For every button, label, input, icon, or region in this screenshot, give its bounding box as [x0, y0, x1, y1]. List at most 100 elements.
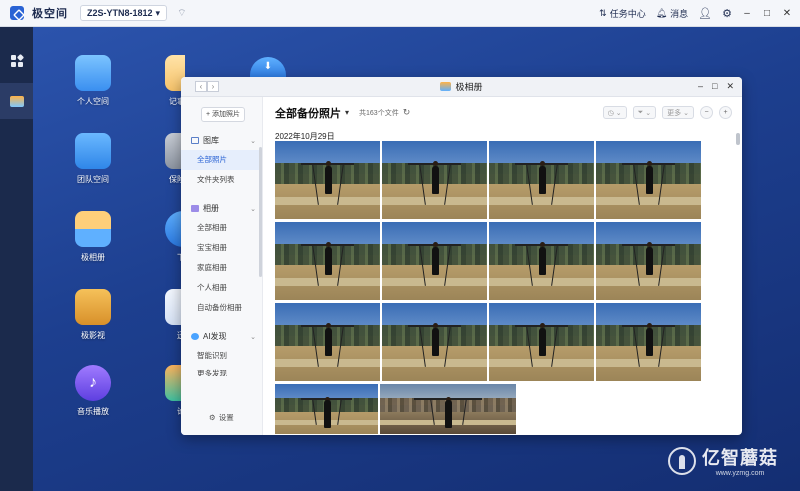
app-logo-icon — [10, 6, 24, 20]
photo-album-icon — [440, 82, 452, 91]
add-photo-button[interactable]: + 添加照片 — [201, 107, 245, 122]
photo-thumbnail[interactable] — [489, 141, 594, 219]
sort-arrows-icon: ⇅ — [599, 8, 607, 18]
desktop-icon-notes[interactable]: 记事 — [151, 55, 185, 107]
desktop-icon-team-space[interactable]: 团队空间 — [63, 133, 123, 185]
gear-icon[interactable]: ⚙ — [722, 7, 732, 20]
settings-button[interactable]: ⚙ 设置 — [209, 412, 234, 423]
sidebar-item-album[interactable]: 宝宝相册 — [181, 238, 262, 258]
main-scrollbar[interactable] — [736, 133, 740, 145]
desktop-icon-label: 极相册 — [81, 253, 105, 262]
photo-thumbnail[interactable] — [489, 303, 594, 381]
chevron-down-icon: ⌄ — [645, 109, 652, 117]
sidebar-section-gallery[interactable]: 图库 ⌄ — [181, 135, 262, 146]
messages-label: 消息 — [670, 9, 689, 19]
messages-button[interactable]: 🔔︎ 消息 — [656, 7, 688, 20]
desktop-icon-safe[interactable]: 保险 — [151, 133, 185, 185]
photo-thumbnail[interactable] — [596, 303, 701, 381]
zoom-in-icon: + — [723, 109, 728, 116]
desktop-icon-download[interactable]: 下 — [151, 211, 185, 263]
photo-thumbnail[interactable] — [596, 141, 701, 219]
photo-thumbnail[interactable] — [382, 303, 487, 381]
photo-thumbnail[interactable] — [382, 222, 487, 300]
desktop-icon-forum[interactable]: 论 — [151, 365, 185, 417]
chevron-down-icon: ▾ — [155, 7, 161, 18]
maximize-button[interactable]: □ — [762, 8, 772, 19]
window-close-button[interactable]: ✕ — [726, 81, 734, 92]
chevron-down-icon: ⌄ — [250, 205, 256, 213]
bell-icon: 🔔︎ — [655, 8, 668, 18]
desktop-icon-label: 保险 — [169, 175, 185, 184]
desktop-icon-label: 论 — [151, 406, 185, 417]
sidebar-item-all-photos[interactable]: 全部照片 — [181, 150, 262, 170]
sidebar-section-ai[interactable]: AI发现 ⌄ — [181, 331, 262, 342]
photo-thumbnail[interactable] — [275, 222, 380, 300]
dock-apps-button[interactable] — [0, 43, 33, 79]
more-label: 更多 — [667, 109, 682, 117]
file-count: 共163个文件 — [359, 109, 399, 117]
sidebar-item-album[interactable]: 自动备份相册 — [181, 298, 262, 318]
photo-album-window: ‹ › 极相册 – □ ✕ + 添加照片 图库 ⌄ 全部照片 文件夹列表 相册 … — [181, 77, 742, 435]
grid-icon — [10, 53, 24, 67]
film-icon — [75, 289, 111, 325]
zoom-out-button[interactable]: − — [700, 106, 713, 119]
device-name: Z2S-YTN8-1812 — [87, 8, 153, 18]
chevron-down-icon: ⌄ — [683, 109, 689, 117]
photo-thumbnail[interactable] — [275, 141, 380, 219]
photo-thumbnail[interactable] — [275, 303, 380, 381]
sidebar-section-albums[interactable]: 相册 ⌄ — [181, 203, 262, 214]
user-icon[interactable]: 👤︎ — [698, 7, 712, 20]
mushroom-logo-icon — [668, 446, 696, 475]
sidebar-item-folder-list[interactable]: 文件夹列表 — [181, 170, 262, 190]
window-title: 极相册 — [455, 82, 483, 92]
photo-thumbnail[interactable] — [596, 222, 701, 300]
more-button[interactable]: 更多 ⌄ — [662, 106, 694, 119]
chevron-down-icon: ⌄ — [250, 333, 256, 341]
settings-label: 设置 — [218, 413, 234, 422]
sidebar-item-album[interactable]: 家庭相册 — [181, 258, 262, 278]
task-center-button[interactable]: ⇅ 任务中心 — [599, 7, 646, 20]
photo-album-icon — [75, 211, 111, 247]
sidebar-scrollbar[interactable] — [259, 147, 262, 277]
photo-thumbnail[interactable] — [380, 384, 516, 434]
desktop-icon-personal-space[interactable]: 个人空间 — [63, 55, 123, 107]
close-button[interactable]: ✕ — [782, 8, 792, 19]
desktop-icon-label: 迅 — [151, 330, 185, 341]
desktop-icon-label: 下 — [151, 252, 185, 263]
desktop-icon-photos[interactable]: 极相册 — [63, 211, 123, 263]
page-title[interactable]: 全部备份照片 — [275, 105, 341, 121]
minimize-button[interactable]: – — [742, 8, 752, 19]
desktop-icon-label: 团队空间 — [77, 175, 109, 184]
sidebar: + 添加照片 图库 ⌄ 全部照片 文件夹列表 相册 ⌄ 全部相册 宝宝相册 家庭… — [181, 97, 263, 435]
sidebar-item-album[interactable]: 全部相册 — [181, 218, 262, 238]
filter-button[interactable]: ⏷ ⌄ — [632, 106, 657, 119]
cloud-download-icon[interactable]: ⬇ — [250, 57, 286, 79]
photo-thumbnail[interactable] — [489, 222, 594, 300]
gear-icon: ⚙ — [209, 413, 216, 422]
sidebar-item-smart-recognition[interactable]: 智能识别 — [181, 346, 262, 366]
sidebar-section-label: 相册 — [203, 204, 219, 213]
clock-icon: ◷ — [607, 109, 614, 117]
zoom-in-button[interactable]: + — [719, 106, 732, 119]
dock-photos-button[interactable] — [0, 83, 33, 119]
sidebar-item-album[interactable]: 个人相册 — [181, 278, 262, 298]
left-dock — [0, 27, 33, 491]
image-icon — [191, 137, 199, 144]
caret-down-icon[interactable]: ▾ — [345, 108, 349, 117]
time-filter-button[interactable]: ◷ ⌄ — [602, 106, 627, 119]
desktop-icon-music[interactable]: ♪ 音乐播放 — [63, 365, 123, 417]
window-minimize-button[interactable]: – — [698, 81, 703, 92]
refresh-icon[interactable]: ↻ — [403, 107, 411, 118]
device-selector[interactable]: Z2S-YTN8-1812 ▾ — [80, 5, 168, 21]
music-note-icon: ♪ — [75, 365, 111, 401]
ai-icon — [191, 333, 199, 340]
main-content: 全部备份照片 ▾ 共163个文件 ↻ ◷ ⌄ ⏷ ⌄ 更多 ⌄ − + 2022年10… — [263, 97, 742, 435]
task-center-label: 任务中心 — [609, 9, 646, 19]
photo-thumbnail[interactable] — [275, 384, 378, 434]
window-maximize-button[interactable]: □ — [712, 81, 717, 92]
desktop-icon-xunlei[interactable]: 迅 — [151, 289, 185, 341]
sidebar-item-more-discovery[interactable]: 更多发现 — [181, 366, 262, 376]
photo-thumbnail[interactable] — [382, 141, 487, 219]
desktop-icon-video[interactable]: 极影视 — [63, 289, 123, 341]
album-icon — [191, 205, 199, 212]
